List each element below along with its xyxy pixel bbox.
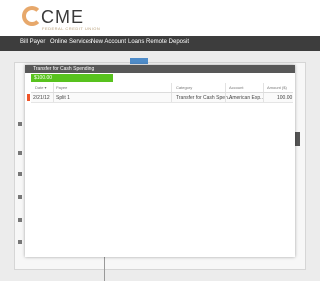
column-amount-header[interactable]: Amount ($) (267, 85, 287, 90)
list-marker-icon (18, 172, 22, 176)
row-category: Transfer for Cash Spen... (176, 95, 232, 101)
column-separator (53, 93, 54, 102)
table-row[interactable]: 2/21/12 Split 1 Transfer for Cash Spen..… (27, 93, 293, 103)
column-category-header[interactable]: Category (176, 85, 192, 90)
list-marker-icon (18, 151, 22, 155)
column-account-header[interactable]: Account (229, 85, 243, 90)
column-separator (225, 83, 226, 92)
amount-value: $100.00 (34, 75, 53, 81)
column-separator (53, 83, 54, 92)
transactions-table: Date ▾ Payee Category Account Amount ($)… (27, 83, 293, 103)
column-date-header[interactable]: Date ▾ (35, 85, 47, 90)
column-separator (171, 93, 172, 102)
nav-remote-deposit[interactable]: Remote Deposit (146, 39, 189, 45)
list-marker-icon (18, 240, 22, 244)
list-marker-icon (18, 122, 22, 126)
main-nav: Bill Payer Online Services New Account L… (0, 36, 320, 51)
row-date: 2/21/12 (33, 95, 50, 101)
modal-header: Transfer for Cash Spending (25, 65, 295, 73)
amount-bar: $100.00 (31, 74, 113, 82)
column-separator (225, 93, 226, 102)
list-marker-icon (18, 195, 22, 199)
nav-loans[interactable]: Loans (128, 39, 144, 45)
header: CME FEDERAL CREDIT UNION (0, 0, 320, 36)
nav-new-account[interactable]: New Account (91, 39, 126, 45)
transaction-modal: Transfer for Cash Spending $100.00 Date … (25, 65, 295, 257)
row-amount: 100.00 (277, 95, 293, 101)
row-account: American Exp... (229, 95, 265, 101)
divider-line (104, 256, 105, 281)
table-header: Date ▾ Payee Category Account Amount ($) (31, 83, 293, 93)
acme-logo-icon (22, 6, 42, 26)
list-marker-icon (18, 218, 22, 222)
active-tab-indicator (130, 58, 148, 64)
column-separator (263, 83, 264, 92)
logo-subtitle: FEDERAL CREDIT UNION (42, 26, 101, 31)
logo-text: CME (41, 7, 84, 27)
row-payee: Split 1 (56, 95, 70, 101)
column-separator (171, 83, 172, 92)
modal-title: Transfer for Cash Spending (33, 66, 95, 72)
nav-online-services[interactable]: Online Services (50, 39, 92, 45)
row-flag-icon (27, 94, 30, 101)
column-payee-header[interactable]: Payee (56, 85, 67, 90)
nav-bill-payer[interactable]: Bill Payer (20, 39, 45, 45)
column-separator (263, 93, 264, 102)
